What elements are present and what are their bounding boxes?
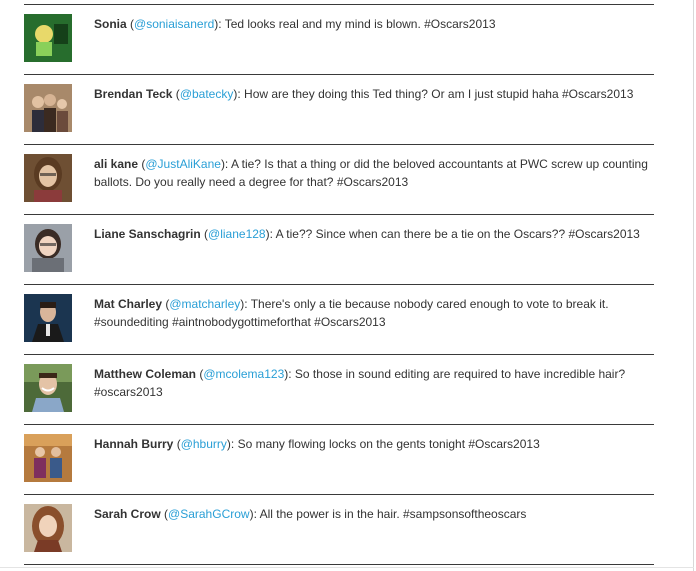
avatar[interactable] (24, 294, 72, 342)
divider (24, 564, 654, 565)
frame-edge (0, 567, 694, 568)
tweet-body: So many flowing locks on the gents tonig… (237, 437, 540, 451)
user-name[interactable]: Hannah Burry (94, 437, 173, 451)
user-handle-link[interactable]: @mcolema123 (203, 367, 284, 381)
user-name[interactable]: Mat Charley (94, 297, 162, 311)
user-name[interactable]: Sarah Crow (94, 507, 161, 521)
avatar[interactable] (24, 154, 72, 202)
tweet-body: Ted looks real and my mind is blown. #Os… (224, 17, 496, 31)
divider (24, 354, 654, 355)
tweet-body: How are they doing this Ted thing? Or am… (244, 87, 634, 101)
divider (24, 144, 654, 145)
user-name[interactable]: Liane Sanschagrin (94, 227, 201, 241)
user-handle-link[interactable]: @soniaisanerd (134, 17, 214, 31)
user-name[interactable]: Matthew Coleman (94, 367, 196, 381)
divider (24, 424, 654, 425)
avatar[interactable] (24, 434, 72, 482)
tweet-text: ali kane (@JustAliKane): A tie? Is that … (94, 157, 648, 189)
divider (24, 494, 654, 495)
avatar[interactable] (24, 504, 72, 552)
frame-edge (693, 0, 694, 571)
divider (24, 284, 654, 285)
avatar[interactable] (24, 224, 72, 272)
divider (24, 4, 654, 5)
avatar[interactable] (24, 84, 72, 132)
tweet-text: Brendan Teck (@batecky): How are they do… (94, 87, 634, 101)
user-handle-link[interactable]: @liane128 (208, 227, 266, 241)
tweet-body: A tie?? Since when can there be a tie on… (275, 227, 640, 241)
user-handle-link[interactable]: @JustAliKane (145, 157, 221, 171)
tweet-text: Matthew Coleman (@mcolema123): So those … (94, 367, 626, 399)
tweet-text: Sonia (@soniaisanerd): Ted looks real an… (94, 17, 496, 31)
user-name[interactable]: Brendan Teck (94, 87, 172, 101)
tweet-body: All the power is in the hair. #sampsonso… (259, 507, 527, 521)
avatar[interactable] (24, 364, 72, 412)
tweet-text: Mat Charley (@matcharley): There's only … (94, 297, 609, 329)
user-name[interactable]: Sonia (94, 17, 127, 31)
tweet-text: Liane Sanschagrin (@liane128): A tie?? S… (94, 227, 640, 241)
user-handle-link[interactable]: @batecky (180, 87, 234, 101)
avatar[interactable] (24, 14, 72, 62)
tweet-text: Hannah Burry (@hburry): So many flowing … (94, 437, 540, 451)
user-name[interactable]: ali kane (94, 157, 138, 171)
user-handle-link[interactable]: @matcharley (169, 297, 240, 311)
user-handle-link[interactable]: @SarahGCrow (168, 507, 250, 521)
user-handle-link[interactable]: @hburry (181, 437, 227, 451)
divider (24, 214, 654, 215)
divider (24, 74, 654, 75)
tweet-text: Sarah Crow (@SarahGCrow): All the power … (94, 507, 527, 521)
